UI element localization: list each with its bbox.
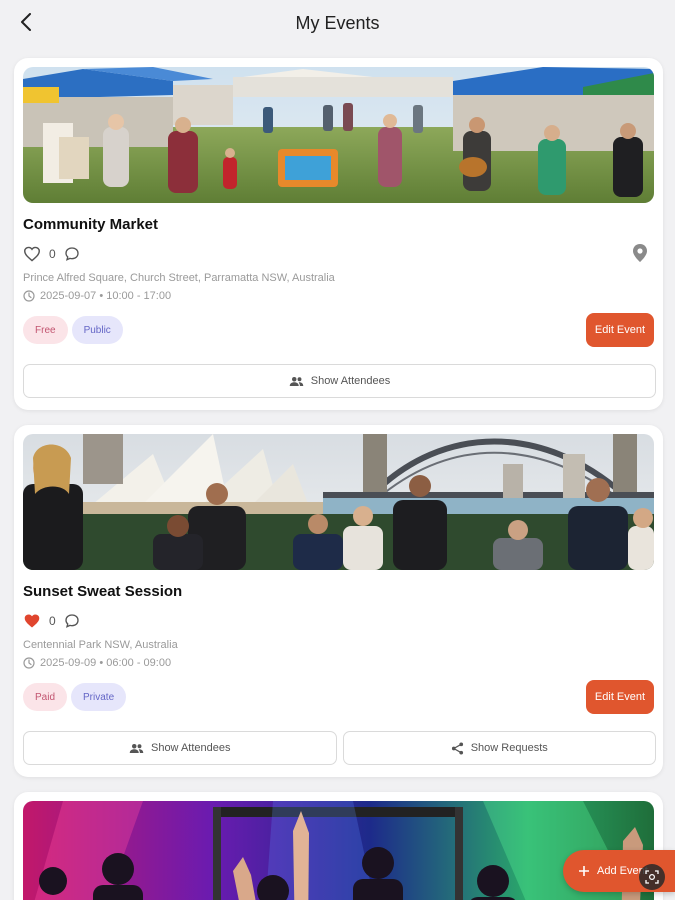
comment-bubble-icon [65, 614, 79, 628]
people-icon [129, 743, 144, 753]
event-address: Centennial Park NSW, Australia [23, 639, 178, 651]
price-tag: Paid [23, 683, 68, 711]
show-attendees-label: Show Attendees [150, 742, 231, 754]
plus-icon [579, 866, 589, 876]
comment-bubble-icon [65, 247, 79, 261]
event-card[interactable] [14, 792, 663, 900]
edit-event-button[interactable]: Edit Event [586, 313, 654, 347]
map-pin-icon [633, 244, 647, 262]
event-datetime: 2025-09-09 • 06:00 - 09:00 [23, 657, 171, 669]
like-button[interactable] [23, 246, 41, 262]
heart-icon [23, 246, 41, 262]
comment-button[interactable] [64, 246, 80, 262]
social-row: 0 [23, 611, 80, 631]
top-bar: My Events [0, 0, 675, 46]
edit-event-button[interactable]: Edit Event [586, 680, 654, 714]
clock-icon [23, 657, 35, 669]
scan-icon [645, 870, 659, 884]
scan-button[interactable] [639, 864, 665, 890]
card-actions: Show Attendees Show Requests [23, 731, 656, 765]
event-image-concert [23, 801, 654, 900]
event-datetime-text: 2025-09-09 • 06:00 - 09:00 [40, 657, 172, 669]
event-title: Sunset Sweat Session [23, 583, 183, 600]
event-address: Prince Alfred Square, Church Street, Par… [23, 272, 335, 284]
comment-button[interactable] [64, 613, 80, 629]
comment-count: 0 [49, 614, 56, 628]
comment-count: 0 [49, 247, 56, 261]
event-datetime: 2025-09-07 • 10:00 - 17:00 [23, 290, 171, 302]
event-datetime-text: 2025-09-07 • 10:00 - 17:00 [40, 290, 172, 302]
event-tags: Paid Private [23, 683, 127, 711]
clock-icon [23, 290, 35, 302]
event-image-market [23, 67, 654, 203]
social-row: 0 [23, 244, 80, 264]
my-events-screen: My Events Community Market 0 Prince Alfr… [0, 0, 675, 900]
visibility-tag: Public [71, 316, 123, 344]
show-attendees-label: Show Attendees [310, 375, 391, 387]
like-button[interactable] [23, 613, 41, 629]
event-card[interactable]: Community Market 0 Prince Alfred Square,… [14, 58, 663, 410]
show-attendees-button[interactable]: Show Attendees [23, 364, 656, 398]
share-icon [451, 741, 463, 755]
show-requests-label: Show Requests [470, 742, 548, 754]
location-button[interactable] [633, 244, 647, 267]
chevron-left-icon [21, 13, 31, 31]
card-actions: Show Attendees [23, 364, 656, 398]
show-requests-button[interactable]: Show Requests [342, 731, 656, 765]
event-title: Community Market [23, 216, 159, 233]
visibility-tag: Private [71, 683, 127, 711]
show-attendees-button[interactable]: Show Attendees [23, 731, 337, 765]
event-image-sweat-session [23, 434, 654, 570]
page-title: My Events [295, 12, 380, 33]
price-tag: Free [23, 316, 68, 344]
heart-filled-icon [24, 614, 40, 628]
event-card[interactable]: Sunset Sweat Session 0 Centennial Park N… [14, 425, 663, 777]
people-icon [289, 376, 303, 386]
event-tags: Free Public [23, 316, 123, 344]
back-button[interactable] [14, 10, 38, 34]
